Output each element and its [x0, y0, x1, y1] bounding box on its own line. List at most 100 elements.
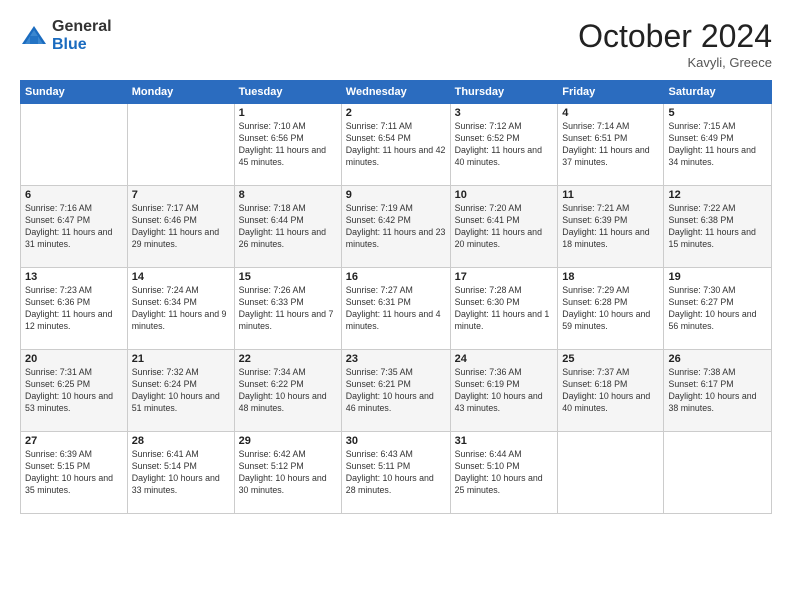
table-row: 4 Sunrise: 7:14 AM Sunset: 6:51 PM Daylig…: [558, 104, 664, 186]
table-row: 9Sunrise: 7:19 AM Sunset: 6:42 PM Daylig…: [341, 186, 450, 268]
table-row: 15 Sunrise: 7:26 AM Sunset: 6:33 PM Dayli…: [234, 268, 341, 350]
day-detail: Sunrise: 7:29 AM Sunset: 6:28 PM Dayligh…: [562, 285, 659, 333]
table-row: 19 Sunrise: 7:30 AM Sunset: 6:27 PM Dayli…: [664, 268, 772, 350]
table-row: 3 Sunrise: 7:12 AM Sunset: 6:52 PM Daylig…: [450, 104, 558, 186]
day-number: 16: [346, 271, 446, 283]
table-row: 22 Sunrise: 7:34 AM Sunset: 6:22 PM Dayli…: [234, 350, 341, 432]
day-detail: Sunrise: 6:43 AM Sunset: 5:11 PM Dayligh…: [346, 449, 446, 497]
table-row: 20 Sunrise: 7:31 AM Sunset: 6:25 PM Dayli…: [21, 350, 128, 432]
day-detail: Sunrise: 7:17 AM Sunset: 6:46 PM Dayligh…: [132, 203, 230, 251]
col-tuesday: Tuesday: [234, 81, 341, 104]
day-number: 28: [132, 435, 230, 447]
day-number: 7: [132, 189, 230, 201]
header: General Blue October 2024 Kavyli, Greece: [20, 18, 772, 70]
col-thursday: Thursday: [450, 81, 558, 104]
day-number: 31: [455, 435, 554, 447]
day-number: 26: [668, 353, 767, 365]
table-row: 24 Sunrise: 7:36 AM Sunset: 6:19 PM Dayli…: [450, 350, 558, 432]
table-row: 28 Sunrise: 6:41 AM Sunset: 5:14 PM Dayli…: [127, 432, 234, 514]
day-number: 11: [562, 189, 659, 201]
day-number: 29: [239, 435, 337, 447]
table-row: 26 Sunrise: 7:38 AM Sunset: 6:17 PM Dayli…: [664, 350, 772, 432]
day-detail: Sunrise: 7:12 AM Sunset: 6:52 PM Dayligh…: [455, 121, 554, 169]
day-detail: Sunrise: 7:36 AM Sunset: 6:19 PM Dayligh…: [455, 367, 554, 415]
day-number: 14: [132, 271, 230, 283]
day-detail: Sunrise: 7:28 AM Sunset: 6:30 PM Dayligh…: [455, 285, 554, 333]
day-detail: Sunrise: 7:32 AM Sunset: 6:24 PM Dayligh…: [132, 367, 230, 415]
location: Kavyli, Greece: [578, 55, 772, 70]
day-number: 6: [25, 189, 123, 201]
day-detail: Sunrise: 7:20 AM Sunset: 6:41 PM Dayligh…: [455, 203, 554, 251]
table-row: 1 Sunrise: 7:10 AM Sunset: 6:56 PM Daylig…: [234, 104, 341, 186]
day-detail: Sunrise: 7:22 AM Sunset: 6:38 PM Dayligh…: [668, 203, 767, 251]
day-number: 15: [239, 271, 337, 283]
table-row: 31 Sunrise: 6:44 AM Sunset: 5:10 PM Dayli…: [450, 432, 558, 514]
day-detail: Sunrise: 6:42 AM Sunset: 5:12 PM Dayligh…: [239, 449, 337, 497]
table-row: 30 Sunrise: 6:43 AM Sunset: 5:11 PM Dayli…: [341, 432, 450, 514]
day-number: 10: [455, 189, 554, 201]
day-detail: Sunrise: 7:23 AM Sunset: 6:36 PM Dayligh…: [25, 285, 123, 333]
day-number: 22: [239, 353, 337, 365]
day-detail: Sunrise: 7:31 AM Sunset: 6:25 PM Dayligh…: [25, 367, 123, 415]
col-saturday: Saturday: [664, 81, 772, 104]
day-detail: Sunrise: 6:44 AM Sunset: 5:10 PM Dayligh…: [455, 449, 554, 497]
day-detail: Sunrise: 7:34 AM Sunset: 6:22 PM Dayligh…: [239, 367, 337, 415]
day-number: 19: [668, 271, 767, 283]
day-number: 4: [562, 107, 659, 119]
day-number: 3: [455, 107, 554, 119]
month-title: October 2024: [578, 18, 772, 55]
day-number: 21: [132, 353, 230, 365]
day-detail: Sunrise: 7:30 AM Sunset: 6:27 PM Dayligh…: [668, 285, 767, 333]
day-number: 1: [239, 107, 337, 119]
day-number: 30: [346, 435, 446, 447]
day-number: 24: [455, 353, 554, 365]
col-wednesday: Wednesday: [341, 81, 450, 104]
day-detail: Sunrise: 7:24 AM Sunset: 6:34 PM Dayligh…: [132, 285, 230, 333]
logo-icon: [20, 22, 48, 50]
table-row: 25Sunrise: 7:37 AM Sunset: 6:18 PM Dayli…: [558, 350, 664, 432]
table-row: 17 Sunrise: 7:28 AM Sunset: 6:30 PM Dayli…: [450, 268, 558, 350]
table-row: 16 Sunrise: 7:27 AM Sunset: 6:31 PM Dayli…: [341, 268, 450, 350]
calendar: Sunday Monday Tuesday Wednesday Thursday…: [20, 80, 772, 514]
day-detail: Sunrise: 7:18 AM Sunset: 6:44 PM Dayligh…: [239, 203, 337, 251]
day-number: 2: [346, 107, 446, 119]
table-row: 5Sunrise: 7:15 AM Sunset: 6:49 PM Daylig…: [664, 104, 772, 186]
day-detail: Sunrise: 6:41 AM Sunset: 5:14 PM Dayligh…: [132, 449, 230, 497]
day-number: 20: [25, 353, 123, 365]
logo-general: General: [52, 18, 112, 36]
day-number: 8: [239, 189, 337, 201]
table-row: [21, 104, 128, 186]
table-row: 6 Sunrise: 7:16 AM Sunset: 6:47 PM Daylig…: [21, 186, 128, 268]
logo-blue: Blue: [52, 36, 112, 54]
day-number: 9: [346, 189, 446, 201]
table-row: [127, 104, 234, 186]
day-detail: Sunrise: 7:16 AM Sunset: 6:47 PM Dayligh…: [25, 203, 123, 251]
day-number: 18: [562, 271, 659, 283]
table-row: 10 Sunrise: 7:20 AM Sunset: 6:41 PM Dayli…: [450, 186, 558, 268]
table-row: 21 Sunrise: 7:32 AM Sunset: 6:24 PM Dayli…: [127, 350, 234, 432]
table-row: [664, 432, 772, 514]
day-number: 27: [25, 435, 123, 447]
day-detail: Sunrise: 6:39 AM Sunset: 5:15 PM Dayligh…: [25, 449, 123, 497]
title-block: October 2024 Kavyli, Greece: [578, 18, 772, 70]
day-number: 13: [25, 271, 123, 283]
day-detail: Sunrise: 7:27 AM Sunset: 6:31 PM Dayligh…: [346, 285, 446, 333]
day-number: 12: [668, 189, 767, 201]
table-row: 18 Sunrise: 7:29 AM Sunset: 6:28 PM Dayli…: [558, 268, 664, 350]
day-detail: Sunrise: 7:38 AM Sunset: 6:17 PM Dayligh…: [668, 367, 767, 415]
day-detail: Sunrise: 7:14 AM Sunset: 6:51 PM Dayligh…: [562, 121, 659, 169]
day-detail: Sunrise: 7:35 AM Sunset: 6:21 PM Dayligh…: [346, 367, 446, 415]
table-row: 13 Sunrise: 7:23 AM Sunset: 6:36 PM Dayli…: [21, 268, 128, 350]
day-detail: Sunrise: 7:26 AM Sunset: 6:33 PM Dayligh…: [239, 285, 337, 333]
day-number: 5: [668, 107, 767, 119]
table-row: 29 Sunrise: 6:42 AM Sunset: 5:12 PM Dayli…: [234, 432, 341, 514]
day-detail: Sunrise: 7:21 AM Sunset: 6:39 PM Dayligh…: [562, 203, 659, 251]
table-row: [558, 432, 664, 514]
table-row: 12 Sunrise: 7:22 AM Sunset: 6:38 PM Dayli…: [664, 186, 772, 268]
logo-text: General Blue: [52, 18, 112, 53]
day-number: 17: [455, 271, 554, 283]
day-detail: Sunrise: 7:10 AM Sunset: 6:56 PM Dayligh…: [239, 121, 337, 169]
table-row: 2Sunrise: 7:11 AM Sunset: 6:54 PM Daylig…: [341, 104, 450, 186]
table-row: 23Sunrise: 7:35 AM Sunset: 6:21 PM Dayli…: [341, 350, 450, 432]
table-row: 11 Sunrise: 7:21 AM Sunset: 6:39 PM Dayli…: [558, 186, 664, 268]
